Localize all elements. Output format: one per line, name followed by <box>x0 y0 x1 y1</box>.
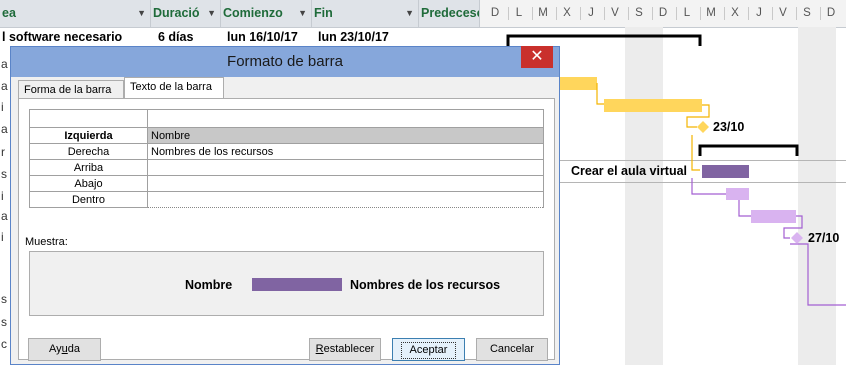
milestone-date-label: 27/10 <box>808 231 840 245</box>
close-icon: ✕ <box>530 48 544 65</box>
task-bar[interactable] <box>604 99 702 112</box>
row-value-cell[interactable] <box>147 191 544 208</box>
sample-bar <box>252 278 342 291</box>
dependency-link <box>790 243 846 306</box>
row-value-cell[interactable] <box>147 159 544 176</box>
task-bar[interactable] <box>751 210 796 223</box>
grid-row-left[interactable]: Izquierda Nombre <box>29 127 544 144</box>
task-bar[interactable] <box>702 165 749 178</box>
milestone-diamond[interactable] <box>791 232 803 244</box>
milestone-diamond[interactable] <box>697 121 709 133</box>
row-value-cell[interactable]: Nombre <box>147 127 544 144</box>
row-label[interactable]: Abajo <box>29 175 148 192</box>
dependency-link <box>596 83 604 105</box>
help-label-part: Ay <box>48 343 62 355</box>
sample-label: Muestra: <box>25 236 68 248</box>
grid-row-top[interactable]: Arriba <box>29 159 544 176</box>
summary-bar[interactable] <box>698 144 799 156</box>
reset-label-accel: R <box>315 343 324 355</box>
row-label[interactable]: Dentro <box>29 191 148 208</box>
ok-button[interactable]: Aceptar <box>392 338 465 361</box>
dialog-titlebar[interactable]: Formato de barra ✕ <box>11 46 559 77</box>
row-label[interactable]: Izquierda <box>29 127 148 144</box>
help-button[interactable]: Ayuda <box>28 338 101 361</box>
reset-button[interactable]: Restablecer <box>309 338 381 361</box>
task-name-label: Crear el aula virtual <box>571 164 688 178</box>
row-label[interactable]: Derecha <box>29 143 148 160</box>
grid-row-right[interactable]: Derecha Nombres de los recursos <box>29 143 544 160</box>
sample-preview: Nombre Nombres de los recursos <box>29 251 544 316</box>
task-bar[interactable] <box>726 188 749 200</box>
grid-header-row <box>29 109 544 128</box>
close-button[interactable]: ✕ <box>521 46 553 68</box>
dependency-link <box>738 200 751 217</box>
grid-header-cell <box>29 109 148 128</box>
bar-text-grid: Izquierda Nombre Derecha Nombres de los … <box>29 109 544 208</box>
grid-row-inside[interactable]: Dentro <box>29 191 544 208</box>
ok-label: Aceptar <box>400 342 457 359</box>
cancel-button[interactable]: Cancelar <box>476 338 548 361</box>
grid-row-bottom[interactable]: Abajo <box>29 175 544 192</box>
sample-left-text: Nombre <box>185 278 233 292</box>
row-value-cell[interactable] <box>147 175 544 192</box>
dependency-link <box>691 178 726 195</box>
tab-bar-text[interactable]: Texto de la barra <box>124 77 224 99</box>
task-bar[interactable] <box>560 77 597 90</box>
row-value-cell[interactable]: Nombres de los recursos <box>147 143 544 160</box>
milestone-date-label: 23/10 <box>713 120 745 134</box>
summary-bar[interactable] <box>506 34 702 46</box>
cancel-label: Cancelar <box>489 343 535 355</box>
dialog-title: Formato de barra <box>227 53 343 70</box>
tab-panel: Izquierda Nombre Derecha Nombres de los … <box>18 98 555 360</box>
sample-right-text: Nombres de los recursos <box>350 278 501 292</box>
row-label[interactable]: Arriba <box>29 159 148 176</box>
grid-header-cell <box>147 109 544 128</box>
bar-format-dialog: Formato de barra ✕ Forma de la barra Tex… <box>10 46 560 365</box>
tab-bar-shape[interactable]: Forma de la barra <box>18 80 124 99</box>
help-label-part: da <box>67 343 80 355</box>
reset-label-part: establecer <box>323 343 375 355</box>
